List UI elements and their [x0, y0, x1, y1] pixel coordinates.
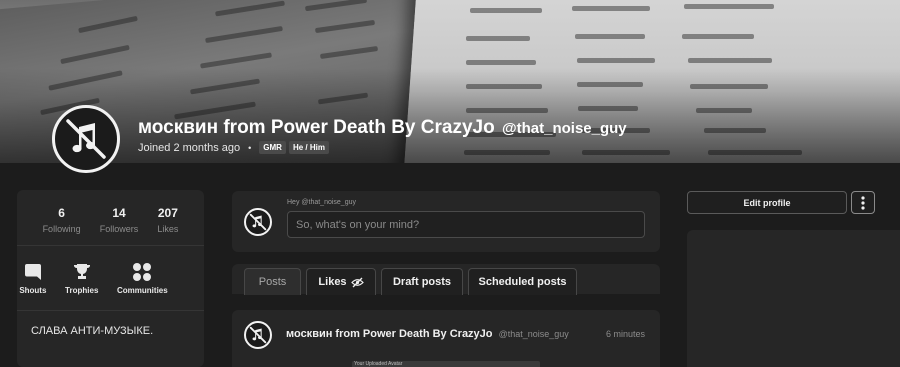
post-author-name: москвин from Power Death By CrazyJo — [286, 328, 493, 340]
meta-separator-dot: • — [248, 142, 252, 153]
vertical-ellipsis-icon — [861, 195, 865, 210]
crossed-out-music-note-icon — [249, 213, 267, 231]
post-author[interactable]: москвин from Power Death By CrazyJo @tha… — [286, 328, 569, 340]
stat-likes[interactable]: 207 Likes — [157, 206, 178, 234]
more-options-button[interactable] — [851, 191, 875, 214]
nav-trophies[interactable]: Trophies — [65, 262, 98, 295]
profile-stats: 6 Following 14 Followers 207 Likes — [17, 206, 204, 234]
tab-draft-posts[interactable]: Draft posts — [381, 268, 463, 295]
stat-followers-value: 14 — [112, 206, 126, 220]
tab-posts-label: Posts — [258, 276, 287, 288]
stat-following[interactable]: 6 Following — [43, 206, 81, 234]
eye-off-icon — [350, 277, 364, 287]
communities-icon — [132, 262, 152, 282]
tab-likes-label: Likes — [318, 276, 347, 288]
stat-followers[interactable]: 14 Followers — [100, 206, 139, 234]
composer-avatar — [244, 208, 272, 236]
nav-shouts-label: Shouts — [19, 286, 47, 295]
tab-scheduled-posts-label: Scheduled posts — [478, 276, 567, 288]
sidebar-divider — [17, 245, 204, 246]
composer-greeting: Hey @that_noise_guy — [287, 199, 356, 206]
nav-trophies-label: Trophies — [65, 286, 99, 295]
post-attachment-label: Your Uploaded Avatar — [354, 361, 403, 367]
sidebar-widget-card — [687, 230, 900, 367]
crossed-out-music-note-icon — [66, 119, 106, 159]
sidebar-divider — [17, 310, 204, 311]
tag-badge-gmr: GMR — [259, 141, 286, 154]
profile-avatar[interactable] — [52, 105, 120, 173]
tab-posts[interactable]: Posts — [244, 268, 301, 295]
joined-text: Joined 2 months ago — [138, 141, 241, 154]
profile-nav: Shouts Trophies Communities — [0, 262, 187, 295]
stat-following-label: Following — [42, 224, 81, 234]
display-name-text: москвин from Power Death By CrazyJo — [138, 117, 495, 138]
tab-draft-posts-label: Draft posts — [392, 276, 452, 288]
post-timestamp[interactable]: 6 minutes — [606, 329, 645, 339]
tab-likes[interactable]: Likes — [306, 268, 376, 295]
tab-scheduled-posts[interactable]: Scheduled posts — [468, 268, 577, 295]
post-avatar[interactable] — [244, 321, 272, 349]
edit-profile-button[interactable]: Edit profile — [687, 191, 847, 214]
trophy-icon — [72, 262, 92, 282]
profile-handle: @that_noise_guy — [502, 120, 627, 137]
stat-likes-value: 207 — [157, 206, 178, 220]
profile-bio: СЛАВА АНТИ-МУЗЫКЕ. — [31, 325, 154, 337]
banner-gradient-overlay — [0, 68, 900, 163]
stat-following-value: 6 — [58, 206, 65, 220]
post-author-handle: @that_noise_guy — [498, 329, 569, 339]
speech-bubble-icon — [23, 262, 43, 282]
profile-meta: Joined 2 months ago • GMR He / Him — [138, 141, 332, 154]
stat-followers-label: Followers — [99, 224, 139, 234]
tag-badge-pronouns: He / Him — [288, 141, 329, 154]
nav-communities-label: Communities — [117, 286, 168, 295]
composer-input[interactable] — [287, 211, 645, 238]
crossed-out-music-note-icon — [249, 326, 267, 344]
profile-display-name: москвин from Power Death By CrazyJo @tha… — [138, 117, 627, 139]
stat-likes-label: Likes — [157, 224, 179, 234]
nav-shouts[interactable]: Shouts — [19, 262, 46, 295]
nav-communities[interactable]: Communities — [117, 262, 168, 295]
